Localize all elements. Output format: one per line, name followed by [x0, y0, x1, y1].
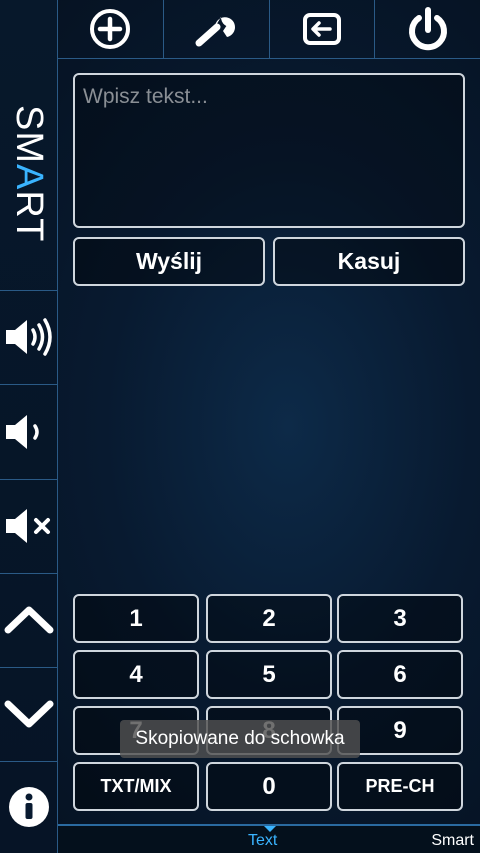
key-4[interactable]: 4 — [73, 650, 199, 699]
logo-text-2: RT — [8, 190, 50, 243]
key-1[interactable]: 1 — [73, 594, 199, 643]
key-pre-ch[interactable]: PRE-CH — [337, 762, 463, 811]
mute-icon — [5, 509, 50, 543]
wrench-icon — [195, 17, 236, 47]
volume-down-icon — [5, 414, 39, 449]
info-button[interactable] — [0, 761, 57, 853]
tab-text[interactable]: Text — [248, 832, 277, 850]
key-2[interactable]: 2 — [206, 594, 332, 643]
source-button[interactable] — [270, 0, 376, 58]
key-6[interactable]: 6 — [337, 650, 463, 699]
volume-up-icon — [5, 318, 52, 356]
chevron-up-icon — [4, 606, 53, 634]
source-input-icon — [302, 13, 341, 45]
plus-circle-icon — [90, 9, 131, 49]
info-icon — [8, 787, 49, 827]
top-toolbar — [58, 0, 480, 59]
key-txt-mix[interactable]: TXT/MIX — [73, 762, 199, 811]
tools-button[interactable] — [164, 0, 270, 58]
channel-up-button[interactable] — [0, 573, 57, 668]
logo-text-1: SM — [8, 105, 50, 165]
chevron-down-icon — [4, 700, 53, 728]
bottom-tab-bar: Text Smart — [58, 824, 480, 853]
send-button[interactable]: Wyślij — [73, 237, 265, 286]
volume-up-button[interactable] — [0, 290, 57, 385]
smart-logo: SMART — [0, 58, 57, 291]
app-screen: SMART Wpisz tekst... Wyślij Kasuj 1 2 3 … — [0, 0, 480, 853]
sidebar: SMART — [0, 0, 58, 853]
mute-button[interactable] — [0, 479, 57, 574]
channel-down-button[interactable] — [0, 667, 57, 762]
add-button[interactable] — [58, 0, 164, 58]
key-3[interactable]: 3 — [337, 594, 463, 643]
key-5[interactable]: 5 — [206, 650, 332, 699]
power-button[interactable] — [375, 0, 480, 58]
toast-message: Skopiowane do schowka — [120, 720, 360, 758]
tab-smart[interactable]: Smart — [431, 832, 474, 850]
clear-button[interactable]: Kasuj — [273, 237, 465, 286]
text-input[interactable] — [73, 73, 465, 228]
volume-down-button[interactable] — [0, 384, 57, 480]
power-icon — [408, 7, 447, 51]
key-0[interactable]: 0 — [206, 762, 332, 811]
logo-text-accent: A — [8, 164, 50, 191]
